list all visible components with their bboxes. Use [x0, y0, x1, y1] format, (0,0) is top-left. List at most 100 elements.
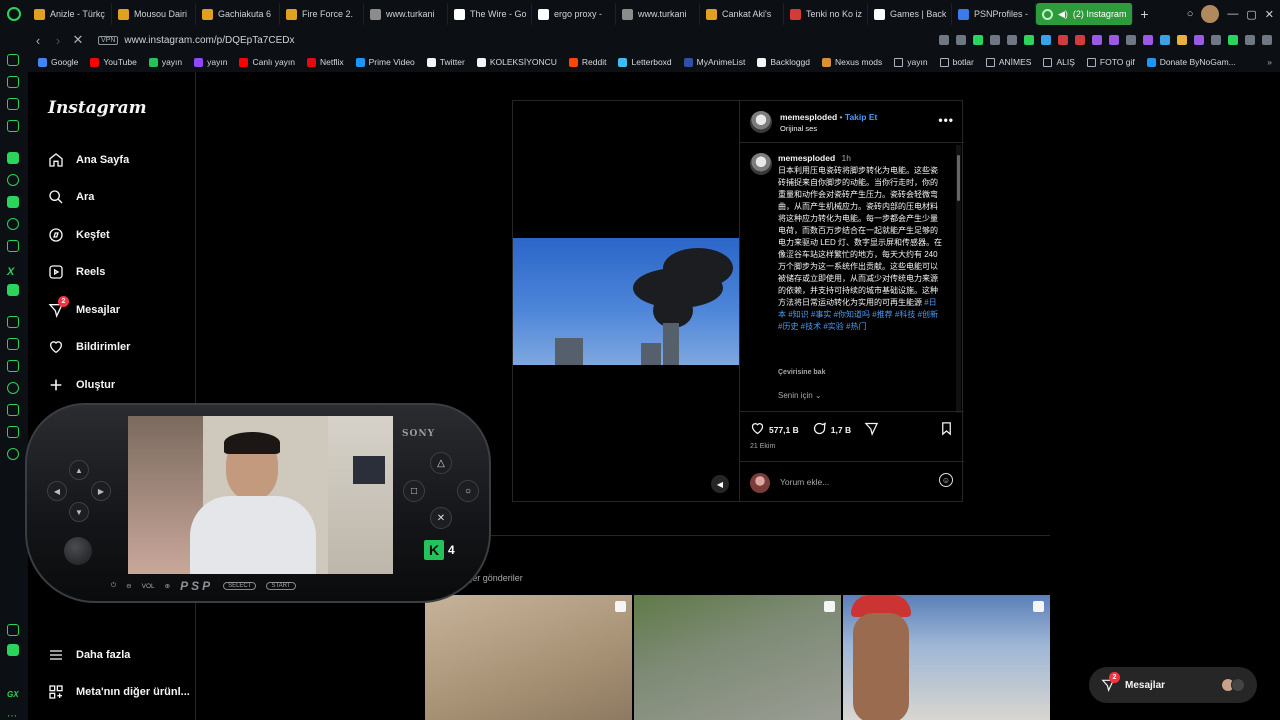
extension-icon[interactable]: [1143, 35, 1153, 45]
maximize-icon[interactable]: ▢: [1246, 8, 1256, 21]
gx-control-icon[interactable]: [7, 644, 19, 656]
more-post-thumb[interactable]: [425, 595, 632, 720]
caption-scrollbar[interactable]: [956, 145, 961, 413]
bookmark-item[interactable]: FOTO gif: [1086, 57, 1135, 67]
see-translation-link[interactable]: Çevirisine bak: [778, 369, 825, 376]
like-heart-icon[interactable]: [750, 421, 765, 438]
bookmark-item[interactable]: Nexus mods: [822, 57, 882, 67]
extension-icon[interactable]: [1075, 35, 1085, 45]
search-tabs-icon[interactable]: ○: [1187, 8, 1194, 20]
more-icon[interactable]: ⋯: [7, 706, 19, 720]
browser-tab[interactable]: Anizle - Türkç: [28, 3, 112, 25]
menu-icon[interactable]: [1262, 35, 1272, 45]
nav-more[interactable]: Daha fazla: [48, 647, 130, 663]
extension-icon[interactable]: [1194, 35, 1204, 45]
apps-icon[interactable]: [7, 316, 19, 328]
nav-create[interactable]: Oluştur: [48, 377, 115, 393]
comment-bubble-icon[interactable]: [812, 421, 827, 438]
settings-icon[interactable]: [7, 448, 19, 460]
extension-icon[interactable]: [1109, 35, 1119, 45]
browser-tab[interactable]: Mousou Dairi: [112, 3, 196, 25]
gx-icon[interactable]: GX: [7, 684, 19, 699]
bookmark-item[interactable]: Prime Video: [355, 57, 415, 67]
bookmark-item[interactable]: botlar: [939, 57, 974, 67]
bookmark-item[interactable]: Reddit: [568, 57, 606, 67]
scrollbar-thumb[interactable]: [957, 155, 960, 201]
bookmark-item[interactable]: Canlı yayın: [239, 57, 295, 67]
back-icon[interactable]: ‹: [28, 33, 48, 48]
browser-tab[interactable]: Tenki no Ko iz: [784, 3, 868, 25]
snapshot-icon[interactable]: [956, 35, 966, 45]
download-icon[interactable]: [1228, 35, 1238, 45]
url-field[interactable]: www.instagram.com/p/DQEpTa7CEDx: [124, 35, 939, 46]
browser-tab[interactable]: The Wire - Go: [448, 3, 532, 25]
more-options-icon[interactable]: •••: [938, 113, 954, 127]
follow-button[interactable]: Takip Et: [845, 112, 877, 122]
author-avatar[interactable]: [750, 111, 772, 133]
bookmark-item[interactable]: Google: [38, 57, 78, 67]
post-video[interactable]: ◀: [513, 101, 739, 501]
bookmark-item[interactable]: Backloggd: [757, 57, 810, 67]
browser-tab[interactable]: www.turkani: [616, 3, 700, 25]
extension-icon[interactable]: [1126, 35, 1136, 45]
messages-floating-button[interactable]: 2 Mesajlar: [1089, 667, 1257, 703]
downloads-icon[interactable]: [7, 404, 19, 416]
audio-link[interactable]: Orijinal ses: [780, 124, 817, 133]
bookmark-item[interactable]: Letterboxd: [618, 57, 672, 67]
browser-tab[interactable]: ergo proxy -: [532, 3, 616, 25]
browser-tab[interactable]: Games | Back: [868, 3, 952, 25]
more-post-thumb[interactable]: [634, 595, 841, 720]
bookmark-item[interactable]: yayın: [894, 57, 928, 67]
bookmark-item[interactable]: MyAnimeList: [683, 57, 745, 67]
pin-icon[interactable]: [939, 35, 949, 45]
heart-icon[interactable]: [1007, 35, 1017, 45]
vpn-badge[interactable]: VPN: [98, 35, 119, 45]
nav-messages[interactable]: 2 Mesajlar: [48, 296, 120, 318]
extensions-icon[interactable]: [7, 426, 19, 438]
likes-count[interactable]: 577,1 B: [769, 425, 799, 435]
instagram-icon[interactable]: [7, 240, 19, 252]
history-icon[interactable]: [7, 382, 19, 394]
bookmark-item[interactable]: YouTube: [90, 57, 137, 67]
extension-icon[interactable]: [1058, 35, 1068, 45]
discord-icon[interactable]: [7, 284, 19, 296]
nav-home[interactable]: Ana Sayfa: [48, 152, 129, 168]
bookmark-item[interactable]: ANİMES: [985, 57, 1031, 67]
snapshot-icon[interactable]: [7, 76, 19, 88]
aria-icon[interactable]: [7, 54, 19, 66]
extensions-puzzle-icon[interactable]: [1211, 35, 1221, 45]
bookmark-item[interactable]: yayın: [194, 57, 227, 67]
instagram-logo[interactable]: Instagram: [48, 98, 147, 118]
share-icon[interactable]: [864, 421, 879, 438]
battery-icon[interactable]: [7, 624, 19, 636]
new-tab-button[interactable]: +: [1133, 6, 1155, 22]
play-icon[interactable]: [990, 35, 1000, 45]
profile-avatar[interactable]: [1201, 5, 1220, 23]
browser-tab[interactable]: Cankat Aki's: [700, 3, 784, 25]
close-icon[interactable]: ✕: [1265, 8, 1274, 21]
bookmark-item[interactable]: Netflix: [307, 57, 344, 67]
notes-icon[interactable]: [7, 98, 19, 110]
author-username[interactable]: memesploded: [780, 112, 837, 122]
browser-tab[interactable]: Gachiakuta 6: [196, 3, 280, 25]
gx-corner-icon[interactable]: [7, 152, 19, 164]
nav-notifications[interactable]: Bildirimler: [48, 339, 130, 355]
stop-icon[interactable]: ✕: [68, 32, 88, 48]
bookmark-item[interactable]: Twitter: [426, 57, 465, 67]
bookmark-item[interactable]: KOLEKSİYONCU: [476, 57, 557, 67]
tab-instagram-active[interactable]: ◀) (2) Instagram: [1036, 3, 1134, 25]
browser-tab[interactable]: Fire Force 2.: [280, 3, 364, 25]
opera-logo-icon[interactable]: [0, 0, 28, 28]
for-you-dropdown[interactable]: Senin için ⌄: [778, 391, 822, 400]
bookmarks-overflow-icon[interactable]: »: [1267, 57, 1280, 67]
browser-tab[interactable]: www.turkani: [364, 3, 448, 25]
bookmark-item[interactable]: ALIŞ: [1043, 57, 1075, 67]
extension-icon[interactable]: [1160, 35, 1170, 45]
whatsapp-icon[interactable]: [7, 218, 19, 230]
more-post-thumb[interactable]: [843, 595, 1050, 720]
bookmark-icon[interactable]: [939, 421, 954, 438]
nav-meta[interactable]: Meta'nın diğer ürünl...: [48, 684, 190, 700]
caption-avatar[interactable]: [750, 153, 772, 175]
comment-input[interactable]: Yorum ekle...: [780, 477, 829, 487]
mute-icon[interactable]: ◀: [711, 475, 729, 493]
